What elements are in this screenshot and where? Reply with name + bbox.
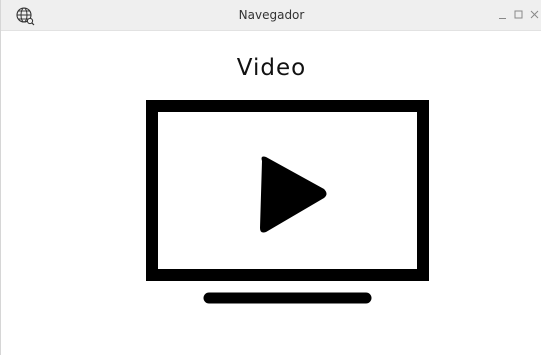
title-bar[interactable]: Navegador xyxy=(1,0,541,31)
page-heading: Video xyxy=(236,55,307,81)
maximize-icon[interactable] xyxy=(512,6,526,24)
play-triangle xyxy=(260,156,327,233)
video-play-icon xyxy=(146,100,429,304)
browser-window: Navegador Video xyxy=(0,0,541,355)
close-icon[interactable] xyxy=(528,6,541,24)
window-title: Navegador xyxy=(238,8,305,22)
minimize-icon[interactable] xyxy=(496,6,510,24)
page-content: Video xyxy=(1,31,541,355)
